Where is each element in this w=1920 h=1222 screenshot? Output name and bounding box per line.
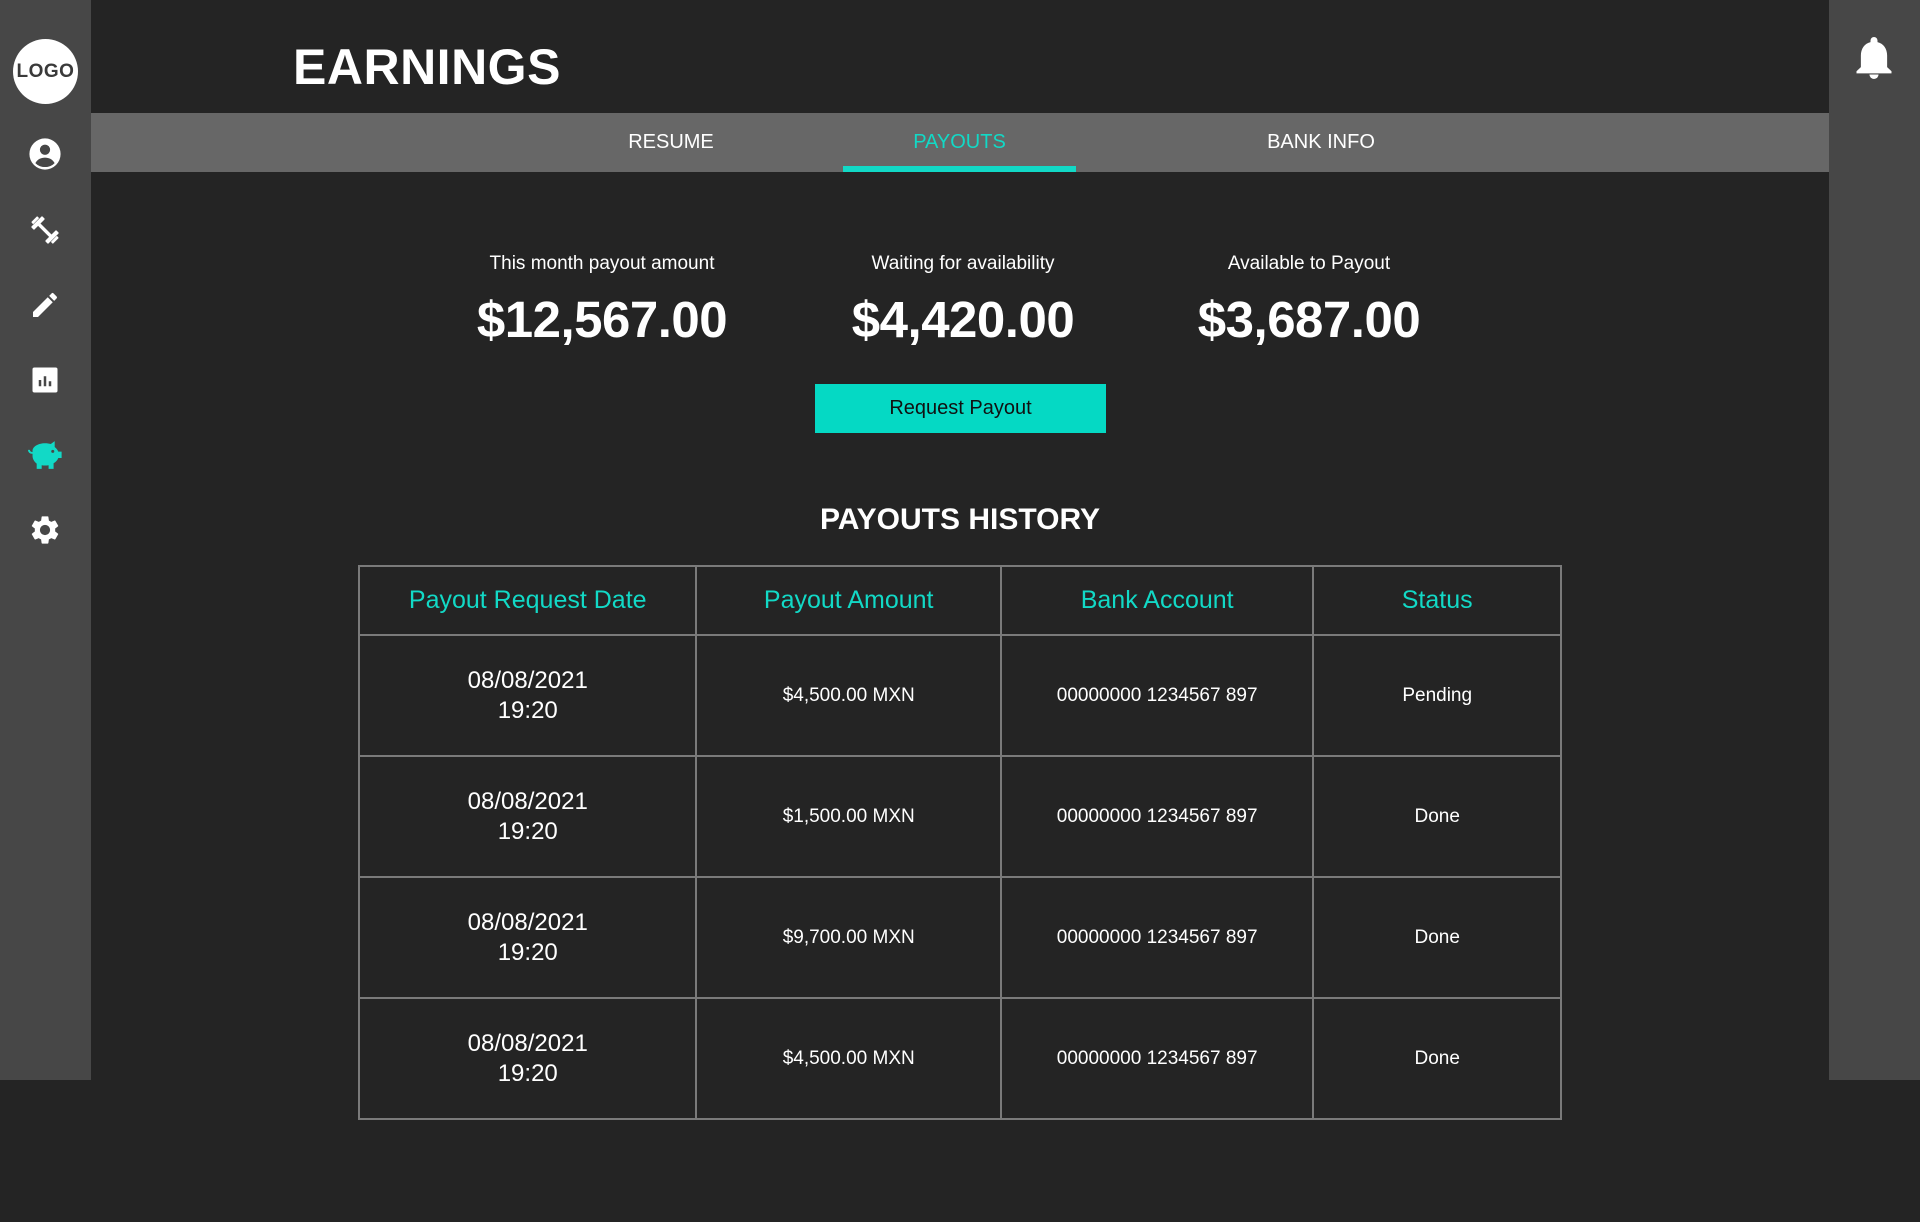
bar-chart-icon[interactable] xyxy=(24,359,66,401)
stat-available: Available to Payout $3,687.00 xyxy=(1159,252,1459,349)
row-status: Done xyxy=(1312,997,1562,1120)
row-time: 19:20 xyxy=(497,938,558,966)
row-status: Done xyxy=(1312,755,1562,878)
stat-this-month-label: This month payout amount xyxy=(489,253,715,274)
row-amount: $1,500.00 MXN xyxy=(695,755,1002,878)
tab-resume-label: RESUME xyxy=(628,131,714,153)
dumbbell-icon[interactable] xyxy=(24,209,66,251)
row-status: Done xyxy=(1312,876,1562,999)
column-header-date[interactable]: Payout Request Date xyxy=(357,565,698,636)
row-bank-account: 00000000 1234567 897 xyxy=(999,997,1315,1120)
active-tab-indicator xyxy=(843,166,1076,172)
stat-available-value: $3,687.00 xyxy=(1197,291,1421,348)
row-date-cell: 08/08/2021 19:20 xyxy=(357,876,698,999)
row-bank-account: 00000000 1234567 897 xyxy=(999,634,1315,757)
stat-this-month: This month payout amount $12,567.00 xyxy=(452,252,752,349)
row-amount: $4,500.00 MXN xyxy=(695,634,1002,757)
table-row[interactable]: 08/08/2021 19:20 $4,500.00 MXN 00000000 … xyxy=(357,634,1562,757)
page-title: EARNINGS xyxy=(293,39,561,95)
stat-waiting-value: $4,420.00 xyxy=(851,291,1075,348)
stat-waiting-label: Waiting for availability xyxy=(871,253,1055,274)
tab-bank-info-label: BANK INFO xyxy=(1267,131,1375,153)
column-header-bank-account[interactable]: Bank Account xyxy=(999,565,1315,636)
payouts-history-title: PAYOUTS HISTORY xyxy=(819,503,1101,536)
table-row[interactable]: 08/08/2021 19:20 $4,500.00 MXN 00000000 … xyxy=(357,997,1562,1120)
row-amount: $4,500.00 MXN xyxy=(695,997,1002,1120)
column-header-amount[interactable]: Payout Amount xyxy=(695,565,1002,636)
tab-resume[interactable]: RESUME xyxy=(566,113,776,172)
row-date-cell: 08/08/2021 19:20 xyxy=(357,634,698,757)
row-date: 08/08/2021 xyxy=(467,1029,588,1057)
earnings-page: LOGO EARNINGS RESUME PAYOUTS BANK INFO T… xyxy=(0,0,1920,1222)
logo[interactable]: LOGO xyxy=(13,39,78,104)
row-status: Pending xyxy=(1312,634,1562,757)
stat-available-label: Available to Payout xyxy=(1227,253,1391,274)
tab-payouts[interactable]: PAYOUTS xyxy=(843,113,1076,172)
row-amount: $9,700.00 MXN xyxy=(695,876,1002,999)
row-time: 19:20 xyxy=(497,696,558,724)
tab-bar: RESUME PAYOUTS BANK INFO xyxy=(91,113,1829,172)
row-bank-account: 00000000 1234567 897 xyxy=(999,755,1315,878)
row-date-cell: 08/08/2021 19:20 xyxy=(357,755,698,878)
table-header-row: Payout Request Date Payout Amount Bank A… xyxy=(357,565,1562,636)
row-date: 08/08/2021 xyxy=(467,787,588,815)
row-date: 08/08/2021 xyxy=(467,666,588,694)
stat-this-month-value: $12,567.00 xyxy=(476,291,728,348)
payouts-history-table: Payout Request Date Payout Amount Bank A… xyxy=(357,565,1562,1120)
row-time: 19:20 xyxy=(497,1059,558,1087)
row-date-cell: 08/08/2021 19:20 xyxy=(357,997,698,1120)
request-payout-button[interactable]: Request Payout xyxy=(815,384,1106,433)
right-panel xyxy=(1829,0,1920,1080)
stat-waiting: Waiting for availability $4,420.00 xyxy=(813,252,1113,349)
pencil-icon[interactable] xyxy=(24,284,66,326)
tab-payouts-label: PAYOUTS xyxy=(913,131,1006,153)
bell-icon[interactable] xyxy=(1853,34,1895,82)
sidebar: LOGO xyxy=(0,0,91,1080)
row-time: 19:20 xyxy=(497,817,558,845)
table-row[interactable]: 08/08/2021 19:20 $9,700.00 MXN 00000000 … xyxy=(357,876,1562,999)
user-circle-icon[interactable] xyxy=(24,133,66,175)
column-header-status[interactable]: Status xyxy=(1312,565,1562,636)
row-bank-account: 00000000 1234567 897 xyxy=(999,876,1315,999)
row-date: 08/08/2021 xyxy=(467,908,588,936)
table-row[interactable]: 08/08/2021 19:20 $1,500.00 MXN 00000000 … xyxy=(357,755,1562,878)
tab-bank-info[interactable]: BANK INFO xyxy=(1211,113,1431,172)
piggy-bank-icon[interactable] xyxy=(24,434,66,476)
